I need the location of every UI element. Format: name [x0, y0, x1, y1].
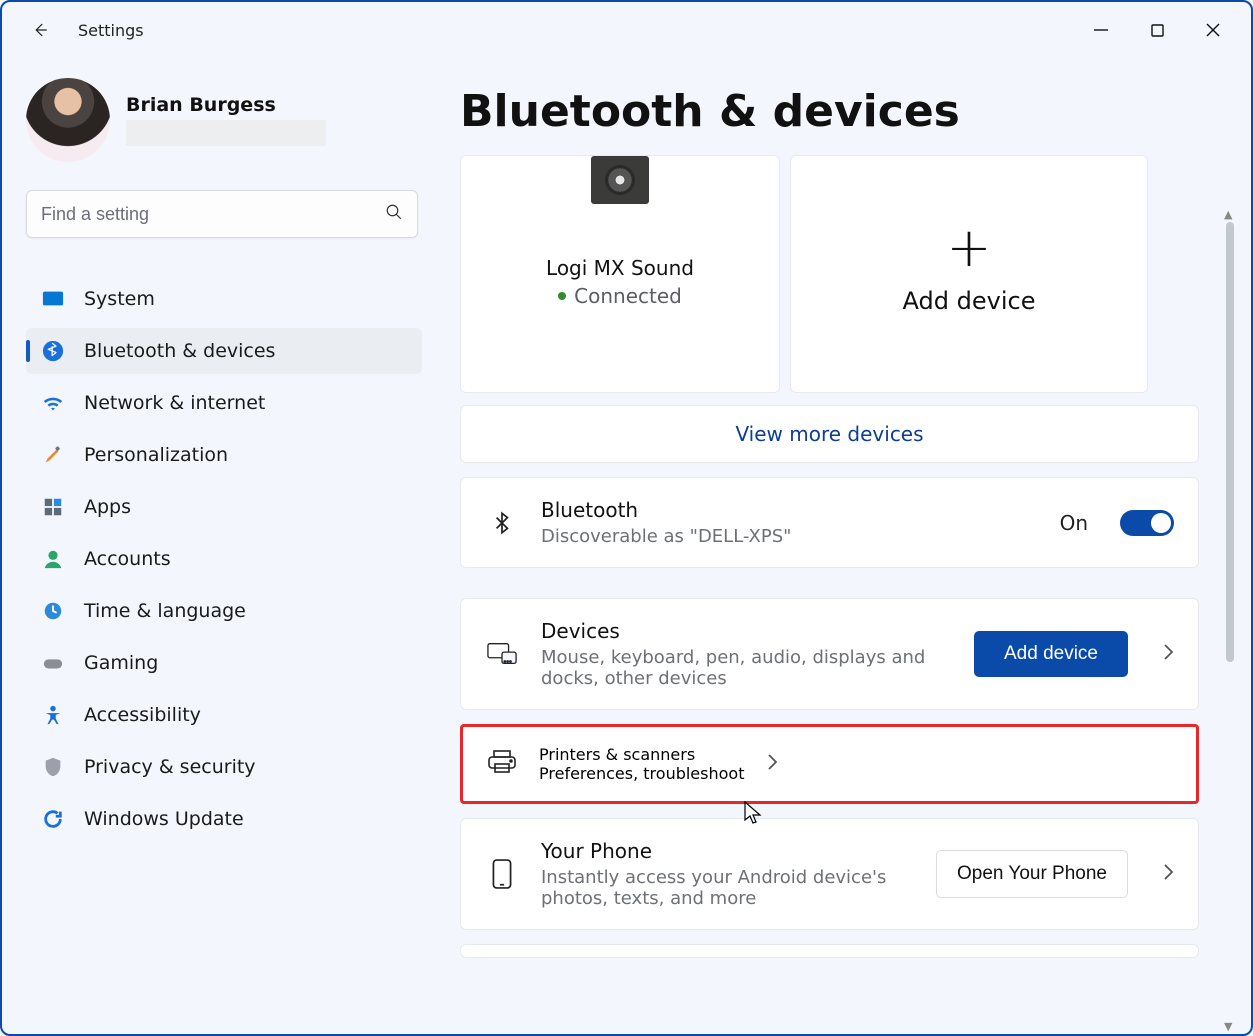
bluetooth-title: Bluetooth [541, 498, 1038, 522]
printer-icon [487, 748, 517, 780]
phone-icon [485, 859, 519, 889]
sidebar-item-privacy[interactable]: Privacy & security [26, 744, 422, 790]
bluetooth-row: Bluetooth Discoverable as "DELL-XPS" On [460, 477, 1199, 568]
open-your-phone-button[interactable]: Open Your Phone [936, 850, 1128, 898]
sidebar-item-label: Time & language [84, 600, 246, 622]
scroll-down-arrow-icon[interactable]: ▼ [1224, 1020, 1236, 1032]
sidebar-item-label: Bluetooth & devices [84, 340, 275, 362]
gamepad-icon [42, 652, 64, 674]
profile-email-redacted [126, 120, 326, 146]
chevron-right-icon [766, 753, 778, 775]
apps-icon [42, 496, 64, 518]
your-phone-row[interactable]: Your Phone Instantly access your Android… [460, 818, 1199, 930]
accessibility-icon [42, 704, 64, 726]
phone-subtitle: Instantly access your Android device's p… [541, 867, 914, 909]
speaker-icon [591, 156, 649, 204]
wifi-icon [42, 392, 64, 414]
add-device-card[interactable]: + Add device [790, 155, 1148, 393]
search-input[interactable] [41, 204, 385, 225]
nav-list: System Bluetooth & devices Network & int… [26, 276, 422, 842]
sidebar-item-system[interactable]: System [26, 276, 422, 322]
main-content: Bluetooth & devices Logi MX Sound Connec… [432, 58, 1251, 1034]
status-dot-icon [558, 292, 566, 300]
sidebar-item-label: Gaming [84, 652, 158, 674]
sidebar-item-bluetooth[interactable]: Bluetooth & devices [26, 328, 422, 374]
bluetooth-icon [42, 340, 64, 362]
devices-title: Devices [541, 619, 952, 643]
add-device-label: Add device [903, 287, 1036, 315]
sidebar-item-label: Apps [84, 496, 131, 518]
sidebar-item-personalization[interactable]: Personalization [26, 432, 422, 478]
update-icon [42, 808, 64, 830]
shield-icon [42, 756, 64, 778]
sidebar: Brian Burgess System Bluetooth & devices… [2, 58, 432, 1034]
titlebar: Settings [2, 2, 1251, 58]
window-title: Settings [78, 21, 144, 40]
device-card[interactable]: Logi MX Sound Connected [460, 155, 780, 393]
phone-title: Your Phone [541, 839, 914, 863]
search-icon [385, 203, 403, 225]
sidebar-item-update[interactable]: Windows Update [26, 796, 422, 842]
devices-row[interactable]: Devices Mouse, keyboard, pen, audio, dis… [460, 598, 1199, 710]
sidebar-item-label: Windows Update [84, 808, 244, 830]
sidebar-item-label: Network & internet [84, 392, 265, 414]
maximize-button[interactable] [1129, 10, 1185, 50]
bluetooth-icon [485, 507, 519, 539]
devices-subtitle: Mouse, keyboard, pen, audio, displays an… [541, 647, 952, 689]
profile-name: Brian Burgess [126, 94, 326, 116]
sidebar-item-apps[interactable]: Apps [26, 484, 422, 530]
plus-icon: + [946, 234, 991, 261]
printers-title: Printers & scanners [539, 745, 744, 764]
view-more-devices-link[interactable]: View more devices [460, 405, 1199, 463]
sidebar-item-label: Accounts [84, 548, 171, 570]
sidebar-item-label: System [84, 288, 155, 310]
devices-icon [485, 641, 519, 667]
sidebar-item-accounts[interactable]: Accounts [26, 536, 422, 582]
person-icon [42, 548, 64, 570]
paintbrush-icon [42, 444, 64, 466]
sidebar-item-accessibility[interactable]: Accessibility [26, 692, 422, 738]
chevron-right-icon [1162, 643, 1174, 665]
page-title: Bluetooth & devices [460, 86, 1201, 137]
sidebar-item-label: Accessibility [84, 704, 201, 726]
add-device-button[interactable]: Add device [974, 631, 1128, 677]
avatar [26, 78, 110, 162]
bluetooth-subtitle: Discoverable as "DELL-XPS" [541, 526, 1038, 547]
display-icon [42, 288, 64, 310]
profile-block[interactable]: Brian Burgess [26, 78, 422, 162]
minimize-button[interactable] [1073, 10, 1129, 50]
sidebar-item-label: Privacy & security [84, 756, 256, 778]
search-box[interactable] [26, 190, 418, 238]
sidebar-item-label: Personalization [84, 444, 228, 466]
device-status: Connected [558, 284, 682, 308]
printers-subtitle: Preferences, troubleshoot [539, 764, 744, 783]
partial-row [460, 944, 1199, 958]
sidebar-item-network[interactable]: Network & internet [26, 380, 422, 426]
bluetooth-state-label: On [1060, 511, 1088, 535]
printers-scanners-row[interactable]: Printers & scanners Preferences, trouble… [460, 724, 1199, 804]
scrollbar-thumb[interactable] [1226, 222, 1234, 662]
device-name: Logi MX Sound [546, 256, 694, 280]
back-button[interactable] [26, 21, 54, 39]
clock-globe-icon [42, 600, 64, 622]
sidebar-item-gaming[interactable]: Gaming [26, 640, 422, 686]
close-button[interactable] [1185, 10, 1241, 50]
bluetooth-toggle[interactable] [1120, 510, 1174, 536]
scrollbar[interactable]: ▲ ▼ [1223, 222, 1237, 1018]
sidebar-item-time[interactable]: Time & language [26, 588, 422, 634]
scroll-up-arrow-icon[interactable]: ▲ [1224, 208, 1236, 220]
chevron-right-icon [1162, 863, 1174, 885]
